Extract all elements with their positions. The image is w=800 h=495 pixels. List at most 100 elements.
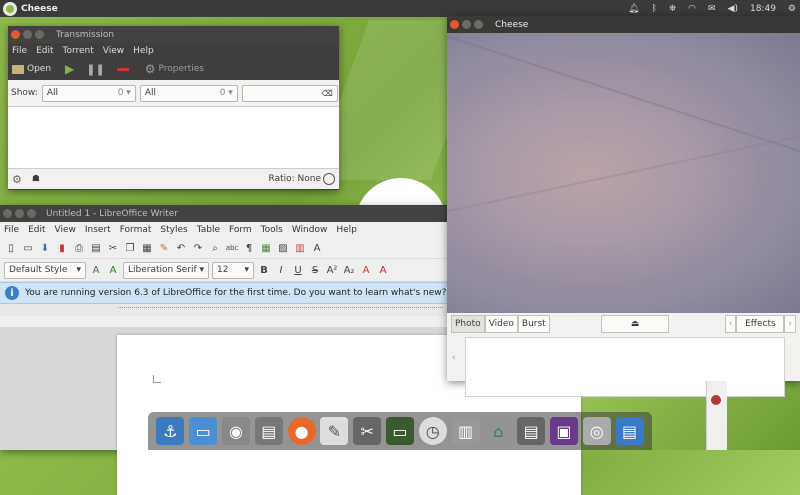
superscript-icon[interactable]: A² [325, 263, 339, 277]
menu-file[interactable]: File [12, 46, 27, 56]
gear-icon[interactable]: ⚙ [12, 173, 22, 186]
menu-form[interactable]: Form [229, 225, 252, 235]
properties-button[interactable]: ⚙ Properties [145, 62, 204, 76]
cheese-titlebar[interactable]: Cheese [447, 16, 800, 33]
volume-icon[interactable]: ◀) [728, 4, 738, 14]
open-button[interactable]: Open [12, 64, 51, 74]
burst-mode-button[interactable]: Burst [517, 315, 550, 333]
maximize-button[interactable] [27, 209, 36, 218]
new-document-icon[interactable]: ▯ [4, 241, 18, 255]
video-mode-button[interactable]: Video [484, 315, 518, 333]
mail-icon[interactable]: ✉ [708, 4, 716, 14]
save-icon[interactable]: ⬇ [38, 241, 52, 255]
menu-edit[interactable]: Edit [36, 46, 53, 56]
formatting-marks-icon[interactable]: ¶ [242, 241, 256, 255]
paragraph-style-combo[interactable]: Default Style ▾ [4, 261, 86, 279]
text-editor-icon[interactable]: ✎ [320, 417, 349, 445]
start-icon[interactable]: ▶ [65, 62, 74, 76]
copy-icon[interactable]: ❐ [123, 241, 137, 255]
menu-edit[interactable]: Edit [28, 225, 45, 235]
maximize-button[interactable] [474, 20, 483, 29]
settings-tools-icon[interactable]: ✂ [353, 417, 382, 445]
clock-icon[interactable]: ◷ [418, 417, 447, 445]
disk-usage-icon[interactable]: ▣ [549, 417, 578, 445]
minimize-button[interactable] [23, 30, 32, 39]
notification-bell-icon[interactable]: 🔔︎ [628, 4, 639, 14]
close-button[interactable] [3, 209, 12, 218]
activity-filter-combo[interactable]: All 0 ▾ [41, 84, 136, 102]
hanger-icon[interactable]: ⌂ [484, 417, 512, 445]
torrent-list[interactable] [8, 106, 339, 169]
bold-icon[interactable]: B [257, 263, 271, 277]
clone-formatting-icon[interactable]: ✎ [157, 241, 171, 255]
activities-button[interactable] [3, 1, 17, 16]
search-input[interactable]: ⌫ [241, 84, 338, 102]
ftp-client-icon[interactable]: ⚓ [156, 417, 185, 445]
pause-icon[interactable]: ❚❚ [86, 63, 104, 76]
archive-manager-icon[interactable]: ▤ [254, 417, 283, 445]
insert-image-icon[interactable]: ▨ [276, 241, 290, 255]
libreoffice-writer-icon[interactable]: ▤ [615, 417, 644, 445]
minimize-button[interactable] [15, 209, 24, 218]
strikethrough-icon[interactable]: S [308, 263, 322, 277]
menu-torrent[interactable]: Torrent [63, 46, 94, 56]
spelling-icon[interactable]: abc [225, 241, 239, 255]
paste-icon[interactable]: ▦ [140, 241, 154, 255]
close-button[interactable] [11, 30, 20, 39]
menu-tools[interactable]: Tools [261, 225, 283, 235]
font-name-combo[interactable]: Liberation Serif ▾ [123, 261, 209, 279]
wifi-icon[interactable]: ◠ [688, 4, 696, 14]
menu-view[interactable]: View [55, 225, 76, 235]
bluetooth-icon[interactable]: ᛒ [652, 4, 657, 14]
thumbnail-area[interactable] [465, 337, 785, 397]
redo-icon[interactable]: ↷ [191, 241, 205, 255]
tracker-filter-combo[interactable]: All 0 ▾ [139, 84, 238, 102]
font-color-icon[interactable]: A [376, 263, 390, 277]
transmission-titlebar[interactable]: Transmission [8, 26, 339, 43]
previous-effects-icon[interactable]: ‹ [724, 315, 737, 333]
menu-format[interactable]: Format [120, 225, 152, 235]
font-size-combo[interactable]: 12 ▾ [212, 261, 254, 279]
menu-window[interactable]: Window [292, 225, 328, 235]
files-icon[interactable]: ▭ [189, 417, 218, 445]
firefox-icon[interactable]: ● [287, 417, 316, 445]
update-style-icon[interactable]: A [89, 263, 103, 277]
menu-view[interactable]: View [103, 46, 124, 56]
database-icon[interactable]: ▥ [451, 417, 480, 445]
italic-icon[interactable]: I [274, 263, 288, 277]
insert-table-icon[interactable]: ▦ [259, 241, 273, 255]
camera-icon[interactable]: ◉ [221, 417, 250, 445]
menu-table[interactable]: Table [197, 225, 220, 235]
export-pdf-icon[interactable]: ▮ [55, 241, 69, 255]
webcam-icon[interactable]: ◎ [582, 417, 611, 445]
menu-insert[interactable]: Insert [85, 225, 111, 235]
print-icon[interactable]: ⎙ [72, 241, 86, 255]
find-replace-icon[interactable]: ⌕ [208, 241, 222, 255]
writer-titlebar[interactable]: Untitled 1 - LibreOffice Writer [0, 205, 447, 222]
print-preview-icon[interactable]: ▤ [89, 241, 103, 255]
clear-search-icon[interactable]: ⌫ [322, 89, 333, 98]
menu-styles[interactable]: Styles [160, 225, 187, 235]
open-folder-icon[interactable]: ▭ [21, 241, 35, 255]
turtle-icon[interactable]: ☗ [32, 174, 40, 184]
chevron-left-icon[interactable]: ‹ [452, 353, 456, 363]
minimize-button[interactable] [462, 20, 471, 29]
horizontal-ruler[interactable] [0, 304, 447, 316]
take-photo-button[interactable]: ⏏ [601, 315, 669, 333]
subscript-icon[interactable]: A₂ [342, 263, 356, 277]
cut-icon[interactable]: ✂ [106, 241, 120, 255]
app-menu[interactable]: Cheese [21, 4, 58, 14]
new-style-icon[interactable]: A [106, 263, 120, 277]
photo-mode-button[interactable]: Photo [451, 315, 485, 333]
maximize-button[interactable] [35, 30, 44, 39]
navigator-icon[interactable] [711, 395, 721, 405]
menu-file[interactable]: File [4, 225, 19, 235]
next-effects-icon[interactable]: › [784, 315, 796, 333]
insert-textbox-icon[interactable]: A [310, 241, 324, 255]
flashlight-icon[interactable]: ⛯ [669, 4, 676, 14]
menu-help[interactable]: Help [336, 225, 357, 235]
ratio-icon[interactable] [323, 173, 335, 185]
remove-icon[interactable] [116, 67, 129, 71]
scanner-icon[interactable]: ▤ [517, 417, 546, 445]
clear-formatting-icon[interactable]: A [359, 263, 373, 277]
